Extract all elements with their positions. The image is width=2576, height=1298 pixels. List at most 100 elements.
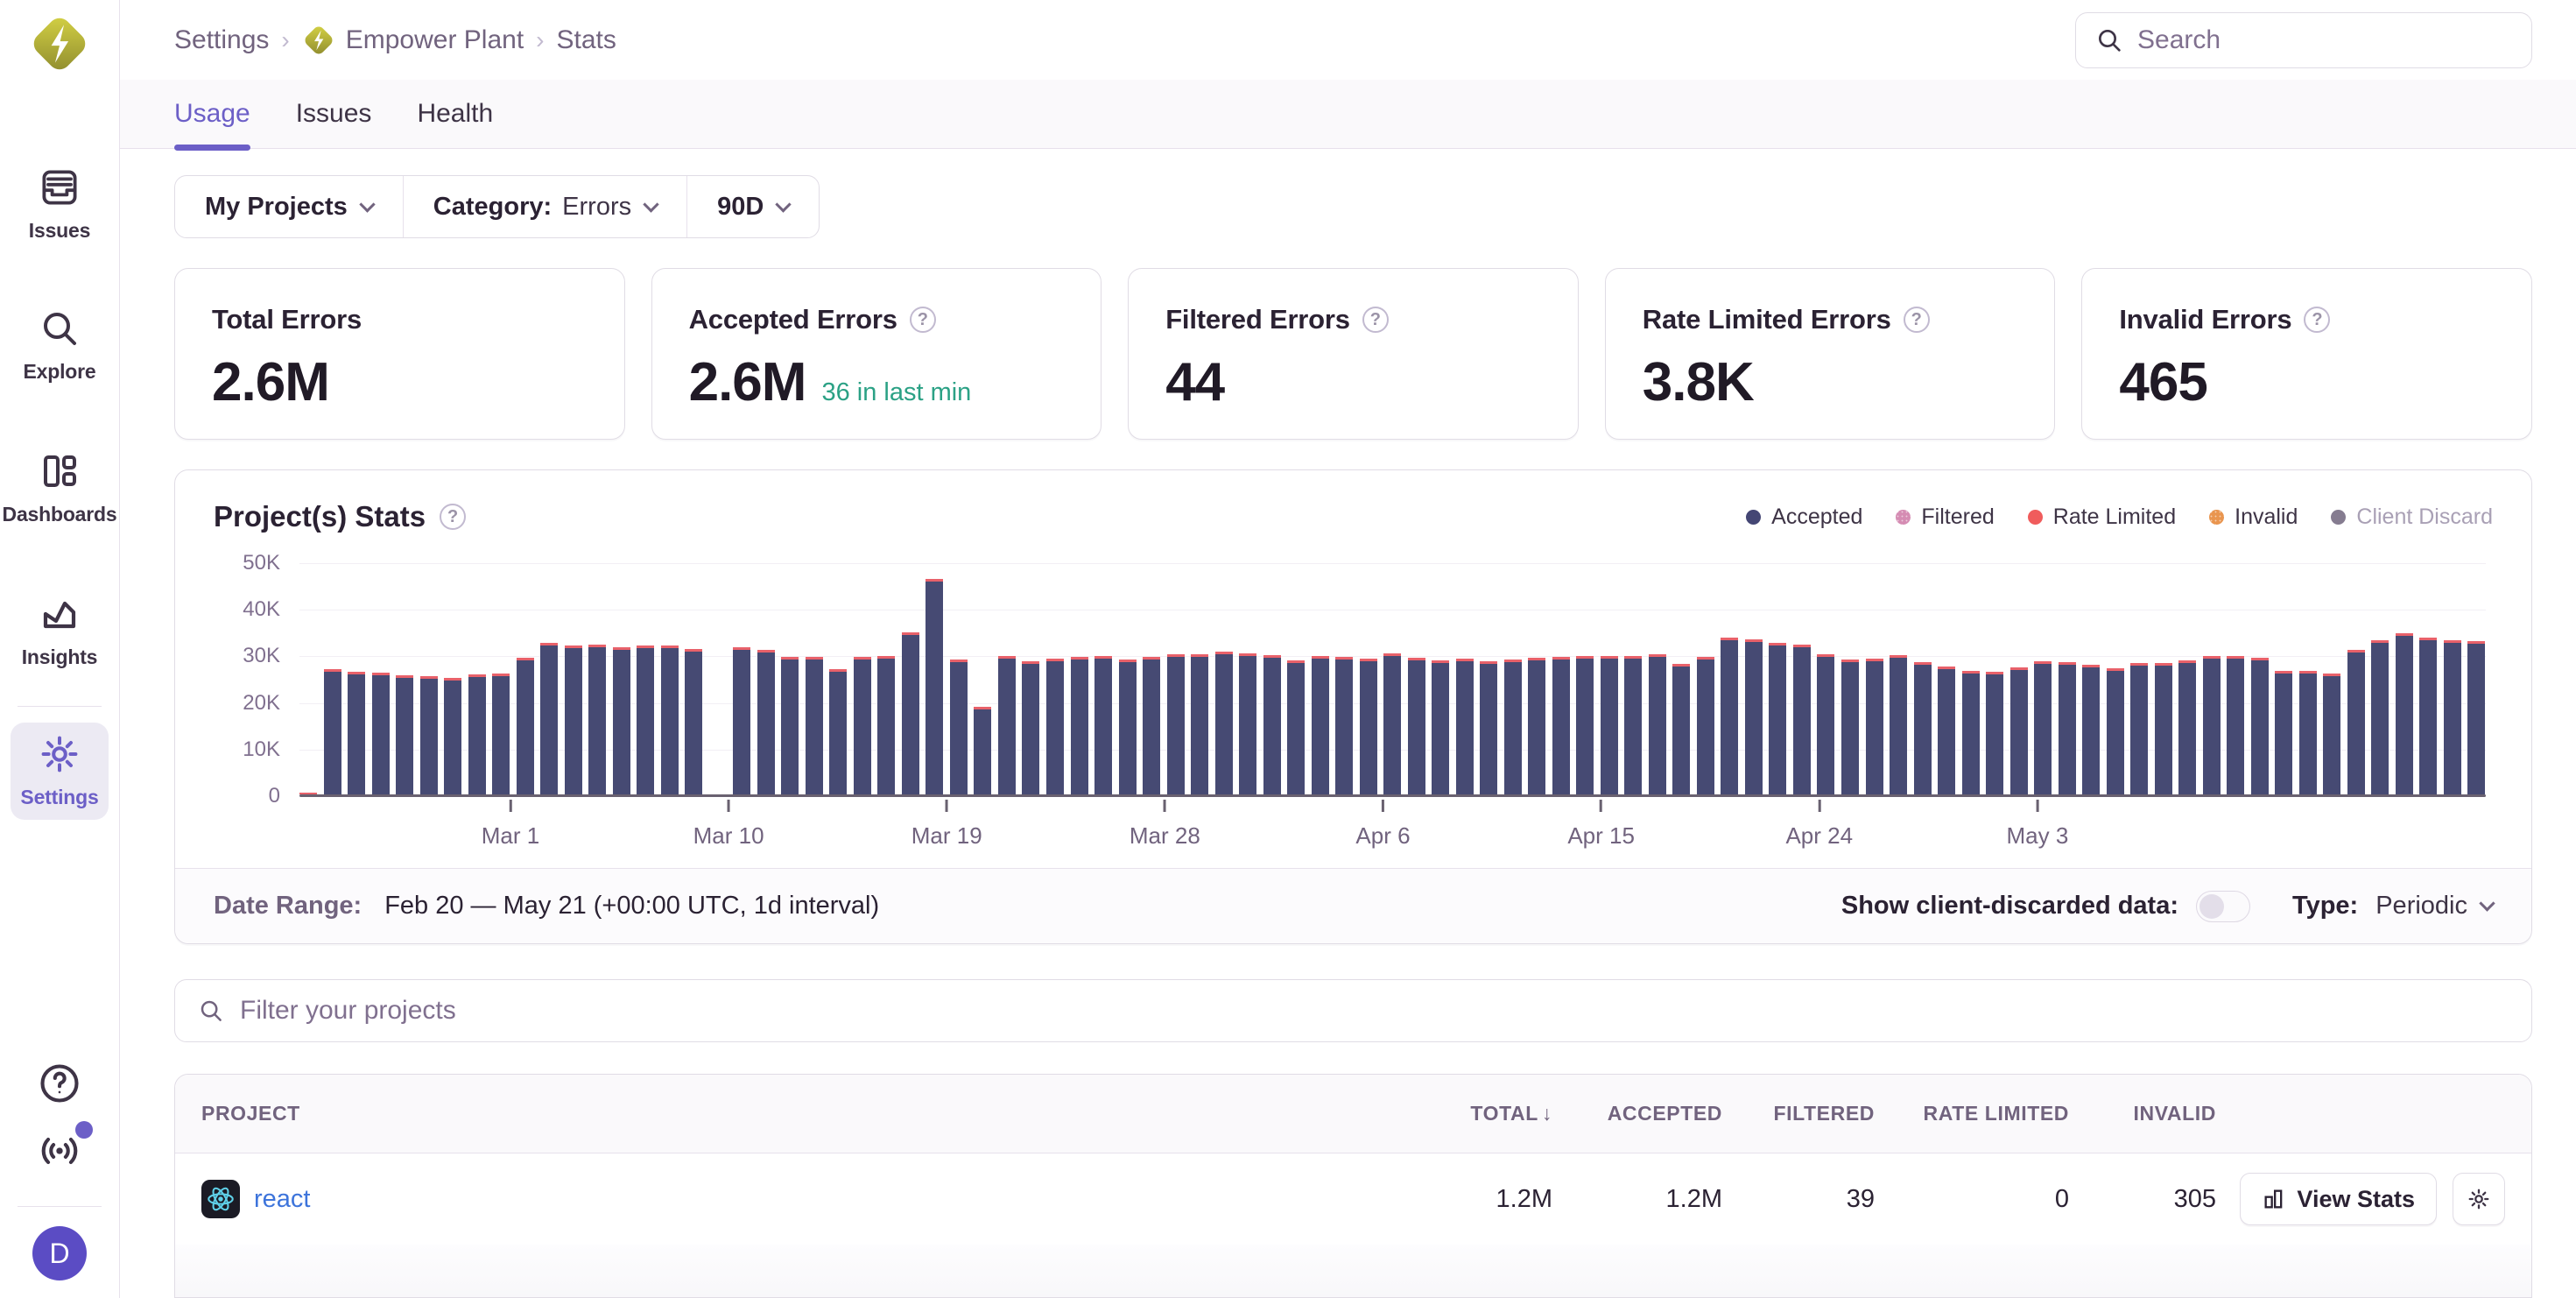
chart-bar[interactable]: [1769, 643, 1786, 794]
chart-bar[interactable]: [2082, 665, 2100, 794]
column-header-total[interactable]: TOTAL↓: [1430, 1102, 1552, 1125]
chart-bar[interactable]: [2034, 661, 2052, 794]
chart-bar[interactable]: [420, 676, 438, 794]
chart-bar[interactable]: [1360, 659, 1377, 794]
chart-bar[interactable]: [2275, 671, 2292, 795]
chart-bar[interactable]: [2347, 650, 2365, 794]
chart-bar[interactable]: [2010, 667, 2028, 794]
global-search[interactable]: [2075, 12, 2532, 68]
chart-bar[interactable]: [1986, 672, 2003, 794]
chart-bar[interactable]: [1817, 654, 1834, 794]
chart-bar[interactable]: [1215, 652, 1233, 794]
date-period-selector[interactable]: 90D: [686, 176, 819, 237]
chart-bar[interactable]: [1914, 662, 1932, 794]
chart-bar[interactable]: [324, 669, 341, 794]
chart-bar[interactable]: [1263, 655, 1281, 794]
category-selector[interactable]: Category: Errors: [403, 176, 686, 237]
chart-bar[interactable]: [517, 658, 534, 794]
chart-bar[interactable]: [1721, 638, 1738, 794]
project-selector[interactable]: My Projects: [175, 176, 403, 237]
chart-bar[interactable]: [974, 707, 991, 794]
chart-bar[interactable]: [372, 673, 390, 794]
chart-bar[interactable]: [2396, 633, 2413, 794]
chart-bar[interactable]: [1672, 664, 1690, 795]
chart-bar[interactable]: [1071, 657, 1088, 795]
chart-bar[interactable]: [733, 647, 750, 794]
whats-new-button[interactable]: [28, 1119, 91, 1187]
chart-bar[interactable]: [2444, 640, 2461, 794]
help-circle-icon[interactable]: ?: [1362, 307, 1389, 333]
project-settings-button[interactable]: [2453, 1173, 2505, 1225]
breadcrumb-org[interactable]: Empower Plant: [346, 25, 524, 55]
chart-bar[interactable]: [2178, 660, 2196, 794]
project-filter[interactable]: [174, 979, 2532, 1042]
sidebar-item-insights[interactable]: Insights: [11, 582, 109, 680]
sidebar-item-settings[interactable]: Settings: [11, 723, 109, 820]
chart-bar[interactable]: [1408, 658, 1425, 794]
breadcrumb-settings[interactable]: Settings: [174, 25, 269, 55]
chart-bar[interactable]: [2059, 662, 2076, 794]
help-circle-icon[interactable]: ?: [1904, 307, 1930, 333]
chart-bar[interactable]: [540, 643, 558, 794]
chart-bar[interactable]: [2299, 671, 2317, 795]
chart-bar[interactable]: [2203, 656, 2221, 794]
chart-bar[interactable]: [854, 657, 871, 794]
chart-bar[interactable]: [1335, 657, 1353, 794]
chart-bar[interactable]: [2419, 638, 2437, 794]
chart-bar[interactable]: [1119, 660, 1137, 794]
legend-item-client-discard[interactable]: Client Discard: [2331, 504, 2493, 530]
chart-bar[interactable]: [1576, 656, 1594, 795]
search-input[interactable]: [2137, 25, 2512, 55]
chart-bar[interactable]: [2130, 663, 2148, 794]
chart-bar[interactable]: [1456, 659, 1474, 794]
chart-bar[interactable]: [950, 660, 968, 794]
view-stats-button[interactable]: View Stats: [2240, 1173, 2437, 1225]
chart-bar[interactable]: [1649, 654, 1666, 794]
sentry-logo-icon[interactable]: [28, 12, 91, 75]
chart-bar[interactable]: [1890, 655, 1907, 794]
tab-health[interactable]: Health: [417, 99, 493, 148]
legend-item-rate-limited[interactable]: Rate Limited: [2028, 504, 2176, 530]
chart-bar[interactable]: [2227, 656, 2244, 795]
chart-bar[interactable]: [637, 645, 654, 794]
chart-bar[interactable]: [1624, 656, 1642, 795]
sidebar-item-issues[interactable]: Issues: [11, 156, 109, 253]
chart-bar[interactable]: [902, 632, 919, 794]
chart-bar[interactable]: [444, 678, 461, 795]
tab-issues[interactable]: Issues: [296, 99, 372, 148]
legend-item-invalid[interactable]: Invalid: [2209, 504, 2298, 530]
chart-bar[interactable]: [2251, 658, 2269, 794]
sidebar-item-explore[interactable]: Explore: [11, 297, 109, 394]
chart-bar[interactable]: [1745, 639, 1763, 794]
chart-bar[interactable]: [685, 649, 702, 794]
chart-bar[interactable]: [926, 579, 943, 794]
chart-bar[interactable]: [565, 645, 582, 794]
chart-bar[interactable]: [1046, 659, 1064, 794]
chart-bar[interactable]: [613, 647, 630, 794]
chart-bar[interactable]: [1480, 661, 1497, 794]
chart-bar[interactable]: [1793, 645, 1811, 794]
chart-bar[interactable]: [1191, 654, 1208, 794]
chart-bar[interactable]: [1022, 661, 1039, 794]
chart-bar[interactable]: [998, 656, 1016, 794]
column-header-project[interactable]: PROJECT: [201, 1102, 1430, 1125]
chart-bar[interactable]: [2371, 640, 2389, 794]
help-button[interactable]: [28, 1052, 91, 1119]
chart-bar[interactable]: [468, 674, 486, 794]
chart-bar[interactable]: [348, 672, 365, 794]
avatar[interactable]: D: [32, 1226, 87, 1280]
chart-bar[interactable]: [492, 674, 510, 794]
column-header-accepted[interactable]: ACCEPTED: [1552, 1102, 1722, 1125]
chart-bar[interactable]: [1504, 660, 1522, 794]
chart-bar[interactable]: [1143, 657, 1160, 794]
tab-usage[interactable]: Usage: [174, 99, 250, 148]
chart-bar[interactable]: [1239, 653, 1256, 794]
chart-bar[interactable]: [1601, 656, 1618, 794]
chart-bar[interactable]: [1287, 660, 1305, 794]
chart-bar[interactable]: [1552, 657, 1570, 795]
chart-bar[interactable]: [1312, 656, 1329, 794]
chart-bar[interactable]: [1432, 660, 1449, 794]
help-circle-icon[interactable]: ?: [910, 307, 936, 333]
chart-bar[interactable]: [2323, 674, 2340, 794]
chart-bar[interactable]: [2155, 663, 2172, 794]
